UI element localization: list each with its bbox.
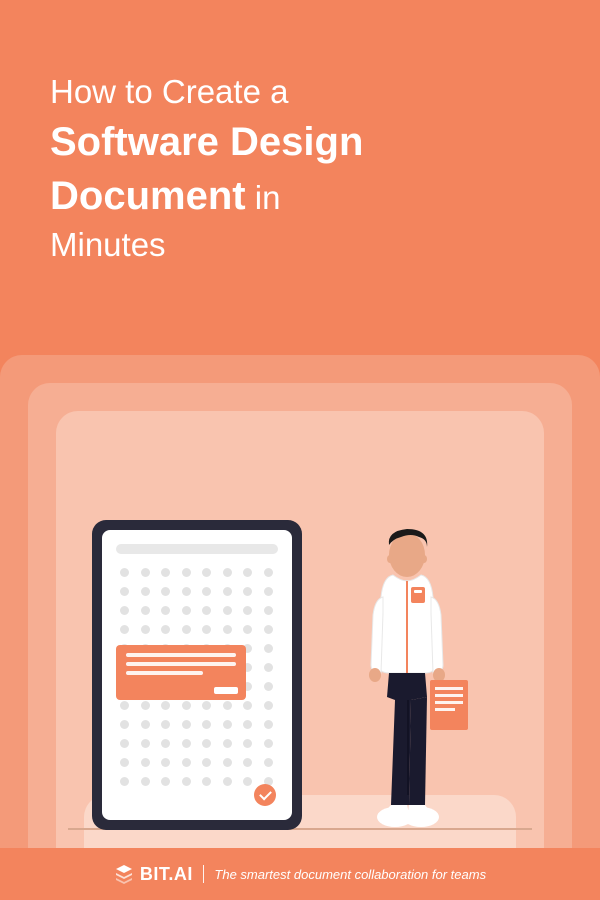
grid-dot	[120, 758, 129, 767]
grid-dot	[264, 568, 273, 577]
bubble-line	[126, 662, 236, 666]
logo-icon	[114, 864, 134, 884]
grid-dot	[243, 777, 252, 786]
footer-divider	[203, 865, 205, 883]
grid-dot	[182, 568, 191, 577]
grid-dot	[141, 606, 150, 615]
grid-dot	[141, 625, 150, 634]
footer-tagline: The smartest document collaboration for …	[214, 867, 486, 882]
bubble-line	[126, 671, 203, 675]
grid-dot	[182, 739, 191, 748]
grid-dot	[182, 625, 191, 634]
grid-dot	[264, 701, 273, 710]
grid-dot	[161, 701, 170, 710]
tablet-illustration	[92, 520, 302, 830]
headline: How to Create a Software Design Document…	[0, 0, 600, 307]
grid-dot	[120, 625, 129, 634]
grid-dot	[182, 777, 191, 786]
grid-dot	[243, 606, 252, 615]
grid-dot	[223, 739, 232, 748]
grid-dot	[223, 758, 232, 767]
grid-dot	[202, 720, 211, 729]
grid-dot	[264, 682, 273, 691]
grid-dot	[202, 701, 211, 710]
url-bar	[116, 544, 278, 554]
grid-dot	[202, 625, 211, 634]
grid-dot	[223, 701, 232, 710]
grid-dot	[264, 606, 273, 615]
grid-dot	[264, 644, 273, 653]
grid-dot	[182, 758, 191, 767]
grid-dot	[161, 777, 170, 786]
headline-line-4: Minutes	[50, 226, 166, 263]
grid-dot	[120, 587, 129, 596]
grid-dot	[202, 758, 211, 767]
grid-dot	[161, 720, 170, 729]
grid-dot	[243, 758, 252, 767]
grid-dot	[141, 587, 150, 596]
grid-dot	[223, 587, 232, 596]
grid-dot	[120, 720, 129, 729]
grid-dot	[161, 568, 170, 577]
grid-dot	[202, 739, 211, 748]
grid-dot	[243, 720, 252, 729]
grid-dot	[161, 739, 170, 748]
text-bubble	[116, 645, 246, 700]
grid-dot	[141, 777, 150, 786]
grid-dot	[264, 587, 273, 596]
grid-dot	[141, 568, 150, 577]
grid-dot	[223, 568, 232, 577]
grid-dot	[182, 701, 191, 710]
brand-name: BIT.AI	[140, 864, 193, 885]
grid-dot	[223, 777, 232, 786]
grid-dot	[161, 606, 170, 615]
bubble-line	[126, 653, 236, 657]
grid-dot	[120, 568, 129, 577]
grid-dot	[141, 720, 150, 729]
grid-dot	[202, 587, 211, 596]
grid-dot	[161, 587, 170, 596]
grid-dot	[141, 758, 150, 767]
grid-dot	[182, 587, 191, 596]
person-illustration	[345, 525, 470, 830]
bubble-button	[214, 687, 238, 694]
grid-dot	[141, 701, 150, 710]
headline-line-2: Software Design	[50, 120, 363, 164]
grid-dot	[202, 606, 211, 615]
headline-line-3-rest: in	[246, 179, 281, 216]
grid-dot	[264, 625, 273, 634]
background-layers	[0, 355, 600, 900]
grid-dot	[182, 606, 191, 615]
grid-dot	[243, 568, 252, 577]
tablet-screen	[102, 530, 292, 820]
brand-logo: BIT.AI	[114, 864, 193, 885]
grid-dot	[243, 625, 252, 634]
footer: BIT.AI The smartest document collaborati…	[0, 848, 600, 900]
grid-dot	[264, 758, 273, 767]
grid-dot	[141, 739, 150, 748]
grid-dot	[182, 720, 191, 729]
grid-dot	[120, 606, 129, 615]
grid-dot	[161, 758, 170, 767]
headline-text: How to Create a Software Design Document…	[50, 70, 550, 267]
grid-dot	[161, 625, 170, 634]
grid-dot	[223, 720, 232, 729]
grid-dot	[120, 701, 129, 710]
grid-dot	[264, 739, 273, 748]
grid-dot	[120, 739, 129, 748]
headline-line-3-bold: Document	[50, 174, 246, 218]
grid-dot	[120, 777, 129, 786]
grid-dot	[264, 663, 273, 672]
checkmark-icon	[254, 784, 276, 806]
grid-dot	[243, 739, 252, 748]
grid-dot	[264, 720, 273, 729]
grid-dot	[223, 606, 232, 615]
grid-dot	[202, 777, 211, 786]
grid-dot	[223, 625, 232, 634]
grid-dot	[243, 587, 252, 596]
grid-dot	[202, 568, 211, 577]
headline-line-1: How to Create a	[50, 73, 288, 110]
grid-dot	[243, 701, 252, 710]
